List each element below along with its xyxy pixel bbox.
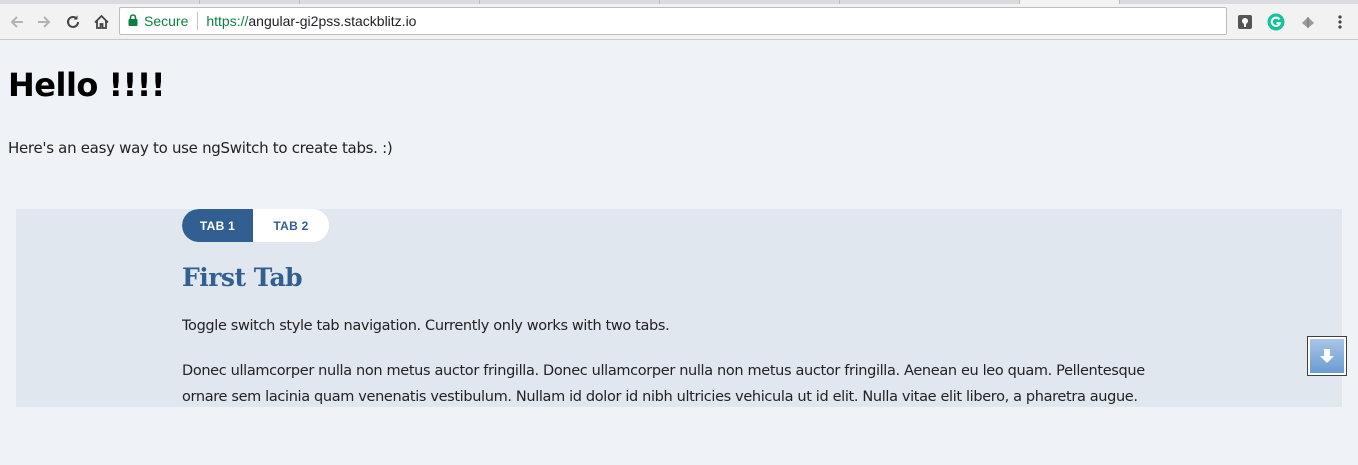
extension-icon[interactable] — [1235, 12, 1255, 32]
url-host: angular-gi2pss.stackblitz.io — [248, 13, 417, 29]
panel-paragraph: Donec ullamcorper nulla non metus auctor… — [182, 363, 1145, 405]
forward-arrow-icon[interactable] — [32, 10, 56, 34]
grammarly-icon[interactable] — [1266, 12, 1286, 32]
menu-dots-icon[interactable] — [1330, 12, 1350, 32]
scroll-down-button[interactable] — [1307, 336, 1347, 376]
extension-gray-icon[interactable] — [1298, 12, 1318, 32]
back-arrow-icon[interactable] — [5, 10, 29, 34]
secure-label: Secure — [144, 13, 189, 29]
reload-icon[interactable] — [61, 10, 85, 34]
tab-switch: TAB 1 TAB 2 — [182, 209, 329, 242]
security-indicator[interactable]: Secure — [120, 12, 199, 30]
home-icon[interactable] — [89, 10, 113, 34]
panel-paragraph: Toggle switch style tab navigation. Curr… — [182, 318, 670, 334]
intro-text: Here's an easy way to use ngSwitch to cr… — [8, 139, 393, 157]
page-title: Hello !!!! — [8, 66, 165, 104]
tab-panel: TAB 1 TAB 2 First Tab Toggle switch styl… — [16, 209, 1342, 407]
address-bar[interactable]: Secure https://angular-gi2pss.stackblitz… — [119, 7, 1227, 35]
browser-toolbar: Secure https://angular-gi2pss.stackblitz… — [0, 4, 1358, 40]
tab-2[interactable]: TAB 2 — [253, 209, 329, 242]
lock-icon — [128, 13, 138, 29]
url-scheme: https:// — [206, 13, 249, 29]
url-text[interactable]: https://angular-gi2pss.stackblitz.io — [198, 13, 416, 29]
scroll-down-icon — [1310, 339, 1344, 373]
tab-1[interactable]: TAB 1 — [182, 209, 253, 242]
panel-heading: First Tab — [182, 263, 303, 292]
